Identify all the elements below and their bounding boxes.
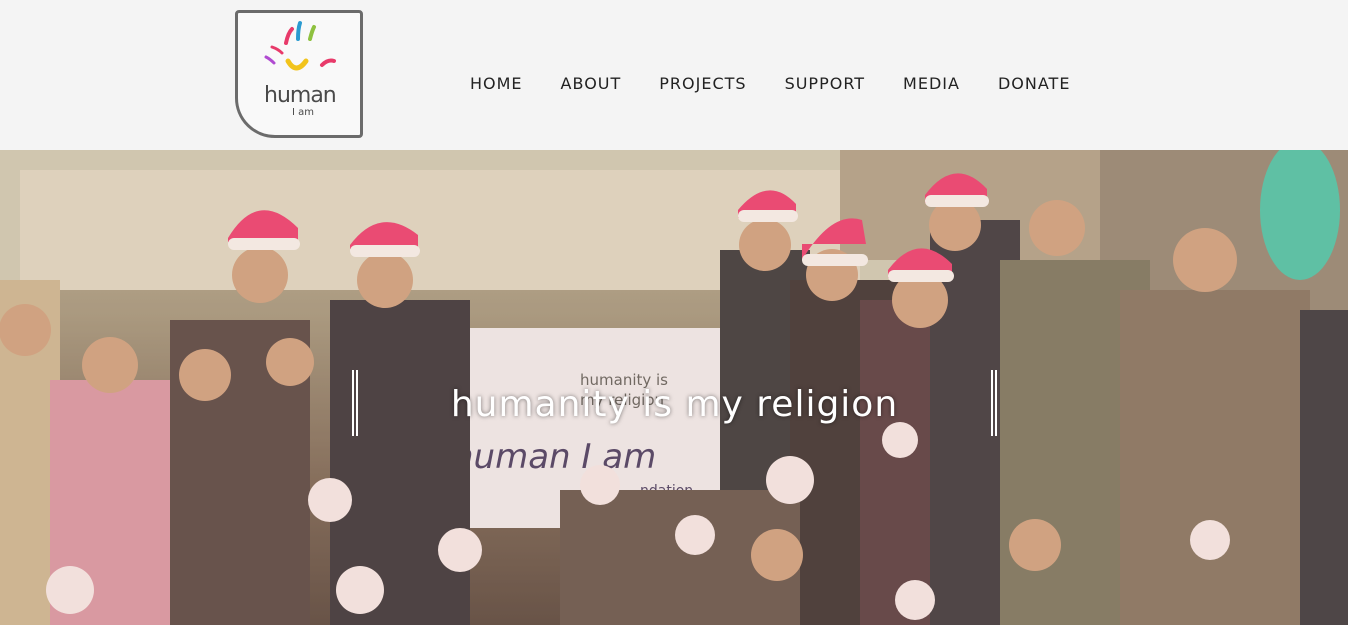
hero-photo: humanity is my religion human I am ndati… xyxy=(0,150,1348,625)
nav-home[interactable]: HOME xyxy=(470,74,523,93)
nav-media[interactable]: MEDIA xyxy=(903,74,960,93)
site-header: human I am HOME ABOUT PROJECTS SUPPORT M… xyxy=(0,0,1348,150)
nav-support[interactable]: SUPPORT xyxy=(785,74,865,93)
nav-projects[interactable]: PROJECTS xyxy=(659,74,746,93)
logo-word-human: human xyxy=(264,83,337,108)
main-nav: HOME ABOUT PROJECTS SUPPORT MEDIA DONATE xyxy=(470,74,1108,93)
nav-donate[interactable]: DONATE xyxy=(998,74,1070,93)
hand-icon xyxy=(264,21,336,71)
logo-word-iam: I am xyxy=(292,107,314,118)
nav-about[interactable]: ABOUT xyxy=(561,74,622,93)
hero-tagline: humanity is my religion xyxy=(450,384,899,425)
tagline-block: humanity is my religion xyxy=(352,370,997,436)
tagline-right-bar xyxy=(995,370,997,436)
logo[interactable]: human I am xyxy=(235,10,363,138)
tagline-right-bar-inner xyxy=(991,370,993,436)
